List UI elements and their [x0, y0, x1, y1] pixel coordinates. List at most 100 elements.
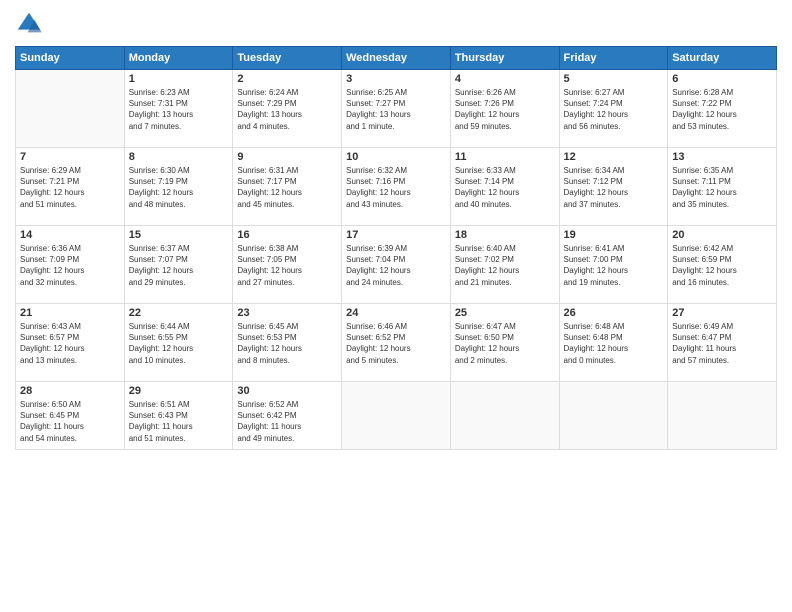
calendar-cell: 29 Sunrise: 6:51 AMSunset: 6:43 PMDayligh… — [124, 382, 233, 450]
calendar-week-row: 28Sunrise: 6:50 AMSunset: 6:45 PMDayligh… — [16, 382, 777, 450]
calendar-cell: 17 Sunrise: 6:39 AMSunset: 7:04 PMDayligh… — [342, 226, 451, 304]
day-info: Sunrise: 6:30 AMSunset: 7:19 PMDaylight:… — [129, 165, 229, 210]
calendar-cell: 10 Sunrise: 6:32 AMSunset: 7:16 PMDayligh… — [342, 148, 451, 226]
day-number: 3 — [346, 73, 446, 85]
calendar-cell: 2Sunrise: 6:24 AMSunset: 7:29 PMDaylight… — [233, 70, 342, 148]
day-number: 24 — [346, 307, 446, 319]
page-header — [15, 10, 777, 38]
calendar-cell — [559, 382, 668, 450]
day-number: 30 — [237, 385, 337, 397]
calendar-week-row: 1 Sunrise: 6:23 AMSunset: 7:31 PMDaylight… — [16, 70, 777, 148]
day-number: 11 — [455, 151, 555, 163]
calendar-week-row: 7 Sunrise: 6:29 AMSunset: 7:21 PMDaylight… — [16, 148, 777, 226]
calendar-cell: 15 Sunrise: 6:37 AMSunset: 7:07 PMDayligh… — [124, 226, 233, 304]
day-info: Sunrise: 6:26 AMSunset: 7:26 PMDaylight:… — [455, 87, 555, 132]
day-number: 21 — [20, 307, 120, 319]
calendar-cell: 28Sunrise: 6:50 AMSunset: 6:45 PMDayligh… — [16, 382, 125, 450]
calendar-cell — [16, 70, 125, 148]
calendar-body: 1 Sunrise: 6:23 AMSunset: 7:31 PMDaylight… — [16, 70, 777, 450]
day-info: Sunrise: 6:25 AMSunset: 7:27 PMDaylight:… — [346, 87, 446, 132]
day-info: Sunrise: 6:49 AMSunset: 6:47 PMDaylight:… — [672, 321, 772, 366]
day-number: 14 — [20, 229, 120, 241]
day-info: Sunrise: 6:47 AMSunset: 6:50 PMDaylight:… — [455, 321, 555, 366]
calendar-cell: 3 Sunrise: 6:25 AMSunset: 7:27 PMDaylight… — [342, 70, 451, 148]
calendar-cell: 24 Sunrise: 6:46 AMSunset: 6:52 PMDayligh… — [342, 304, 451, 382]
calendar-cell: 9 Sunrise: 6:31 AMSunset: 7:17 PMDaylight… — [233, 148, 342, 226]
calendar-cell: 21Sunrise: 6:43 AMSunset: 6:57 PMDayligh… — [16, 304, 125, 382]
weekday-header: Friday — [559, 47, 668, 70]
day-info: Sunrise: 6:28 AMSunset: 7:22 PMDaylight:… — [672, 87, 772, 132]
day-info: Sunrise: 6:52 AMSunset: 6:42 PMDaylight:… — [237, 399, 337, 444]
calendar-cell: 1 Sunrise: 6:23 AMSunset: 7:31 PMDaylight… — [124, 70, 233, 148]
calendar-cell: 11 Sunrise: 6:33 AMSunset: 7:14 PMDayligh… — [450, 148, 559, 226]
day-number: 9 — [237, 151, 337, 163]
weekday-header: Thursday — [450, 47, 559, 70]
day-info: Sunrise: 6:41 AMSunset: 7:00 PMDaylight:… — [564, 243, 664, 288]
day-number: 23 — [237, 307, 337, 319]
day-info: Sunrise: 6:39 AMSunset: 7:04 PMDaylight:… — [346, 243, 446, 288]
day-number: 13 — [672, 151, 772, 163]
day-info: Sunrise: 6:42 AMSunset: 6:59 PMDaylight:… — [672, 243, 772, 288]
calendar-cell: 27 Sunrise: 6:49 AMSunset: 6:47 PMDayligh… — [668, 304, 777, 382]
calendar-cell: 6 Sunrise: 6:28 AMSunset: 7:22 PMDaylight… — [668, 70, 777, 148]
day-info: Sunrise: 6:29 AMSunset: 7:21 PMDaylight:… — [20, 165, 120, 210]
day-number: 28 — [20, 385, 120, 397]
weekday-header: Saturday — [668, 47, 777, 70]
day-number: 29 — [129, 385, 229, 397]
day-info: Sunrise: 6:23 AMSunset: 7:31 PMDaylight:… — [129, 87, 229, 132]
day-info: Sunrise: 6:27 AMSunset: 7:24 PMDaylight:… — [564, 87, 664, 132]
calendar-cell: 13Sunrise: 6:35 AMSunset: 7:11 PMDayligh… — [668, 148, 777, 226]
day-info: Sunrise: 6:46 AMSunset: 6:52 PMDaylight:… — [346, 321, 446, 366]
logo — [15, 10, 47, 38]
calendar-cell: 4Sunrise: 6:26 AMSunset: 7:26 PMDaylight… — [450, 70, 559, 148]
calendar-cell — [342, 382, 451, 450]
day-number: 16 — [237, 229, 337, 241]
calendar-cell: 30 Sunrise: 6:52 AMSunset: 6:42 PMDayligh… — [233, 382, 342, 450]
day-number: 17 — [346, 229, 446, 241]
calendar-week-row: 14 Sunrise: 6:36 AMSunset: 7:09 PMDayligh… — [16, 226, 777, 304]
day-number: 8 — [129, 151, 229, 163]
day-number: 27 — [672, 307, 772, 319]
day-info: Sunrise: 6:40 AMSunset: 7:02 PMDaylight:… — [455, 243, 555, 288]
calendar-cell: 18Sunrise: 6:40 AMSunset: 7:02 PMDayligh… — [450, 226, 559, 304]
day-info: Sunrise: 6:31 AMSunset: 7:17 PMDaylight:… — [237, 165, 337, 210]
day-number: 5 — [564, 73, 664, 85]
calendar-cell: 14 Sunrise: 6:36 AMSunset: 7:09 PMDayligh… — [16, 226, 125, 304]
weekday-header: Monday — [124, 47, 233, 70]
calendar-week-row: 21Sunrise: 6:43 AMSunset: 6:57 PMDayligh… — [16, 304, 777, 382]
day-info: Sunrise: 6:44 AMSunset: 6:55 PMDaylight:… — [129, 321, 229, 366]
day-number: 10 — [346, 151, 446, 163]
day-number: 19 — [564, 229, 664, 241]
calendar-cell: 25 Sunrise: 6:47 AMSunset: 6:50 PMDayligh… — [450, 304, 559, 382]
calendar-cell: 19 Sunrise: 6:41 AMSunset: 7:00 PMDayligh… — [559, 226, 668, 304]
day-number: 15 — [129, 229, 229, 241]
day-info: Sunrise: 6:24 AMSunset: 7:29 PMDaylight:… — [237, 87, 337, 132]
calendar-cell: 20 Sunrise: 6:42 AMSunset: 6:59 PMDayligh… — [668, 226, 777, 304]
calendar-cell: 22Sunrise: 6:44 AMSunset: 6:55 PMDayligh… — [124, 304, 233, 382]
day-number: 20 — [672, 229, 772, 241]
day-number: 6 — [672, 73, 772, 85]
day-number: 26 — [564, 307, 664, 319]
weekday-header: Sunday — [16, 47, 125, 70]
header-row: SundayMondayTuesdayWednesdayThursdayFrid… — [16, 47, 777, 70]
day-info: Sunrise: 6:51 AMSunset: 6:43 PMDaylight:… — [129, 399, 229, 444]
day-info: Sunrise: 6:32 AMSunset: 7:16 PMDaylight:… — [346, 165, 446, 210]
weekday-header: Tuesday — [233, 47, 342, 70]
calendar-cell — [450, 382, 559, 450]
calendar-cell: 8 Sunrise: 6:30 AMSunset: 7:19 PMDaylight… — [124, 148, 233, 226]
day-number: 1 — [129, 73, 229, 85]
logo-icon — [15, 10, 43, 38]
calendar-table: SundayMondayTuesdayWednesdayThursdayFrid… — [15, 46, 777, 450]
calendar-cell — [668, 382, 777, 450]
day-info: Sunrise: 6:34 AMSunset: 7:12 PMDaylight:… — [564, 165, 664, 210]
calendar-cell: 5 Sunrise: 6:27 AMSunset: 7:24 PMDaylight… — [559, 70, 668, 148]
day-number: 7 — [20, 151, 120, 163]
day-info: Sunrise: 6:33 AMSunset: 7:14 PMDaylight:… — [455, 165, 555, 210]
day-number: 25 — [455, 307, 555, 319]
day-number: 12 — [564, 151, 664, 163]
day-info: Sunrise: 6:37 AMSunset: 7:07 PMDaylight:… — [129, 243, 229, 288]
calendar-header: SundayMondayTuesdayWednesdayThursdayFrid… — [16, 47, 777, 70]
calendar-cell: 12 Sunrise: 6:34 AMSunset: 7:12 PMDayligh… — [559, 148, 668, 226]
calendar-cell: 23Sunrise: 6:45 AMSunset: 6:53 PMDayligh… — [233, 304, 342, 382]
day-info: Sunrise: 6:36 AMSunset: 7:09 PMDaylight:… — [20, 243, 120, 288]
